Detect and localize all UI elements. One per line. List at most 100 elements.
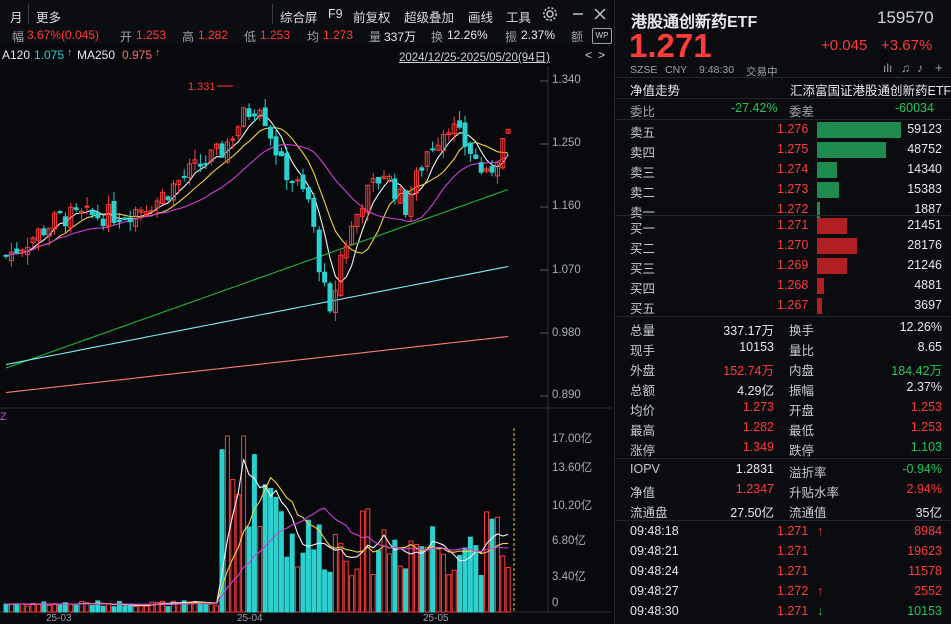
amp-label: 振 <box>505 28 517 45</box>
ask-row[interactable]: 卖五1.27659123 <box>615 120 951 140</box>
tick-row[interactable]: 09:48:301.271↓10153 <box>615 602 951 622</box>
bid-row[interactable]: 买一1.27121451 <box>615 216 951 236</box>
chart-icon[interactable]: ılı <box>883 61 892 75</box>
menu-comprehensive[interactable]: 综合屏 <box>280 7 318 26</box>
date-range[interactable]: 2024/12/25-2025/05/20(94日) <box>399 49 550 65</box>
volume-bar <box>414 544 418 612</box>
low-label: 低 <box>244 28 256 45</box>
volume-bar <box>20 604 24 612</box>
volume-bar <box>409 541 413 612</box>
stat-row[interactable]: 最高1.282最低1.253 <box>615 418 951 438</box>
volume-bar <box>817 218 847 234</box>
alert-icon[interactable]: ♪ <box>917 61 923 75</box>
stat-value: 184.42万 <box>891 360 942 379</box>
volume-bar <box>495 517 499 612</box>
candle-body <box>4 255 8 256</box>
volume-bar <box>236 495 240 612</box>
vol-tick: 0 <box>552 597 558 609</box>
ask-row[interactable]: 卖四1.27548752 <box>615 140 951 160</box>
vol-tick: 3.40亿 <box>552 568 586 584</box>
stat-row[interactable]: 涨停1.349跌停1.103 <box>615 438 951 458</box>
ask-row[interactable]: 卖三1.27414340 <box>615 160 951 180</box>
stat-value: -0.94% <box>902 462 942 476</box>
stat-row[interactable]: 外盘152.74万内盘184.42万 <box>615 358 951 378</box>
prev-arrow-icon[interactable]: < <box>585 48 592 62</box>
ma-line <box>6 267 508 365</box>
stat-row[interactable]: 总量337.17万换手12.26% <box>615 318 951 338</box>
stat-row[interactable]: 流通盘27.50亿流通值35亿 <box>615 500 951 520</box>
candle-body <box>323 272 327 282</box>
volume-bar <box>296 567 300 612</box>
stat-label: 升贴水率 <box>789 482 839 501</box>
exchange: SZSE <box>630 64 657 76</box>
volume-bar <box>74 605 78 612</box>
bid-row[interactable]: 买五1.2673697 <box>615 296 951 316</box>
next-arrow-icon[interactable]: > <box>598 48 605 62</box>
stat-row[interactable]: 净值1.2347升贴水率2.94% <box>615 480 951 500</box>
menu-draw[interactable]: 画线 <box>468 7 493 26</box>
close-icon[interactable] <box>592 6 608 22</box>
period-button[interactable]: 月 <box>10 7 23 26</box>
bid-row[interactable]: 买三1.26921246 <box>615 256 951 276</box>
minimize-icon[interactable] <box>570 6 586 22</box>
stat-value: 10153 <box>739 340 774 354</box>
up-arrow-icon: ↑ <box>67 47 73 59</box>
avg-label: 均 <box>307 28 319 45</box>
tick-price: 1.271 <box>777 604 808 618</box>
volume-bar <box>463 548 467 612</box>
candle-body <box>101 219 105 225</box>
more-button[interactable]: 更多 <box>36 7 61 26</box>
wp-badge-icon[interactable]: WP <box>592 28 612 44</box>
gear-icon[interactable] <box>542 6 558 22</box>
candle-body <box>42 229 46 235</box>
stat-label: 净值 <box>630 482 655 501</box>
bell-icon[interactable]: ♫ <box>901 61 910 75</box>
bid-row[interactable]: 买四1.2684881 <box>615 276 951 296</box>
divider <box>615 520 951 521</box>
volume-bar <box>371 574 375 612</box>
up-arrow-icon: ↑ <box>155 47 161 59</box>
volume-bar <box>339 543 343 612</box>
stat-label: 跌停 <box>789 440 814 459</box>
tick-row[interactable]: 09:48:181.271↑8984 <box>615 522 951 542</box>
tick-volume: 10153 <box>907 604 942 618</box>
low-value: 1.253 <box>260 28 290 42</box>
kline-chart[interactable]: 1.331 Z <box>0 66 612 624</box>
amount-label: 额 <box>571 28 583 45</box>
stat-label: 振幅 <box>789 380 814 399</box>
nav-trend-link[interactable]: 净值走势 <box>630 80 680 99</box>
stat-label: 均价 <box>630 400 655 419</box>
bid-row[interactable]: 买二1.27028176 <box>615 236 951 256</box>
stat-row[interactable]: 均价1.273开盘1.253 <box>615 398 951 418</box>
tick-row[interactable]: 09:48:241.27111578 <box>615 562 951 582</box>
volume-bar <box>817 278 824 294</box>
divider <box>28 4 29 24</box>
menu-adjust[interactable]: 前复权 <box>353 7 391 26</box>
volume-bar <box>485 512 489 612</box>
change-value: 3.67%(0.045) <box>27 28 99 42</box>
level-label: 卖二 <box>630 182 655 201</box>
stat-row[interactable]: 现手10153量比8.65 <box>615 338 951 358</box>
date-tick: 25-04 <box>237 613 263 624</box>
level-volume: 21451 <box>907 218 942 232</box>
stat-value: 1.282 <box>743 420 774 434</box>
stat-row[interactable]: 总额4.29亿振幅2.37% <box>615 378 951 398</box>
add-icon[interactable]: + <box>935 60 943 75</box>
vol-tick: 17.00亿 <box>552 430 592 446</box>
stat-value: 1.273 <box>743 400 774 414</box>
candle-body <box>490 167 494 172</box>
tick-row[interactable]: 09:48:271.272↑2552 <box>615 582 951 602</box>
menu-f9[interactable]: F9 <box>328 7 343 21</box>
candle-body <box>458 121 462 127</box>
volume-bar <box>166 607 170 612</box>
stat-row[interactable]: IOPV1.2831溢折率-0.94% <box>615 460 951 480</box>
ask-row[interactable]: 卖二1.27315383 <box>615 180 951 200</box>
volume-bar <box>420 547 424 612</box>
volume-bar <box>128 606 132 612</box>
volume-bar <box>350 576 354 612</box>
menu-tools[interactable]: 工具 <box>506 7 531 26</box>
candle-body <box>74 208 78 210</box>
tick-row[interactable]: 09:48:211.27119623 <box>615 542 951 562</box>
menu-overlay[interactable]: 超级叠加 <box>404 7 454 26</box>
volume-bar <box>817 182 839 198</box>
